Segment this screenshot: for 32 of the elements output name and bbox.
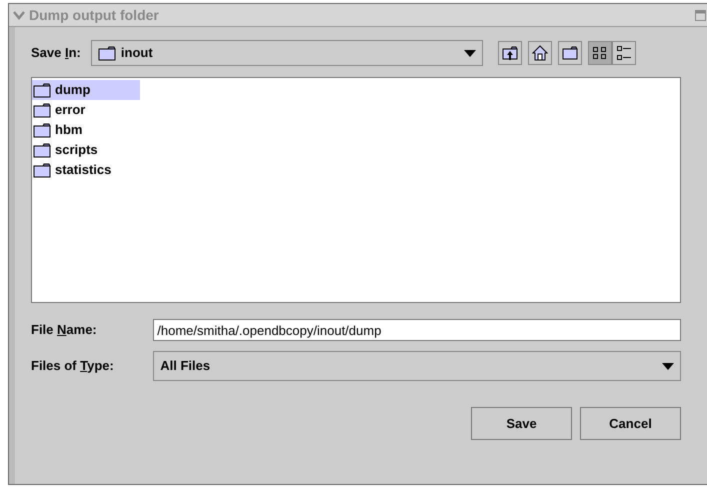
- folder-icon: [33, 162, 51, 178]
- toolbar-button[interactable]: [558, 41, 582, 65]
- home-icon: [532, 45, 548, 61]
- folder-item[interactable]: error: [32, 100, 140, 120]
- toolbar-button[interactable]: [498, 41, 522, 65]
- dialog-button[interactable]: Save: [471, 407, 572, 440]
- folder-icon: [98, 46, 116, 60]
- save-in-dropdown[interactable]: inout: [90, 40, 483, 66]
- file-type-label: Files of Type:: [31, 358, 114, 373]
- folder-icon: [562, 45, 578, 61]
- window-title: Dump output folder: [29, 6, 159, 25]
- dialog-button[interactable]: Cancel: [580, 407, 681, 440]
- details-view-icon: [616, 45, 632, 61]
- caret-icon: [464, 50, 476, 56]
- toolbar-button[interactable]: [612, 41, 636, 65]
- folder-icon: [33, 82, 51, 98]
- folder-up-icon: [502, 45, 518, 61]
- folder-item[interactable]: dump: [32, 80, 140, 100]
- save-in-label: Save In:: [31, 44, 81, 62]
- folder-icon: [33, 142, 51, 158]
- file-name-field[interactable]: /home/smitha/.opendbcopy/inout/dump: [153, 319, 681, 341]
- folder-item[interactable]: scripts: [32, 140, 140, 160]
- list-view-icon: [592, 45, 608, 61]
- toolbar-button[interactable]: [528, 41, 552, 65]
- file-name-label: File Name:: [31, 322, 97, 337]
- file-type-dropdown[interactable]: All Files: [153, 351, 681, 381]
- folder-icon: [33, 122, 51, 138]
- folder-icon: [33, 102, 51, 118]
- folder-item[interactable]: hbm: [32, 120, 140, 140]
- toolbar-button[interactable]: [588, 41, 612, 65]
- caret-icon: [662, 362, 674, 370]
- folder-item[interactable]: statistics: [32, 160, 140, 180]
